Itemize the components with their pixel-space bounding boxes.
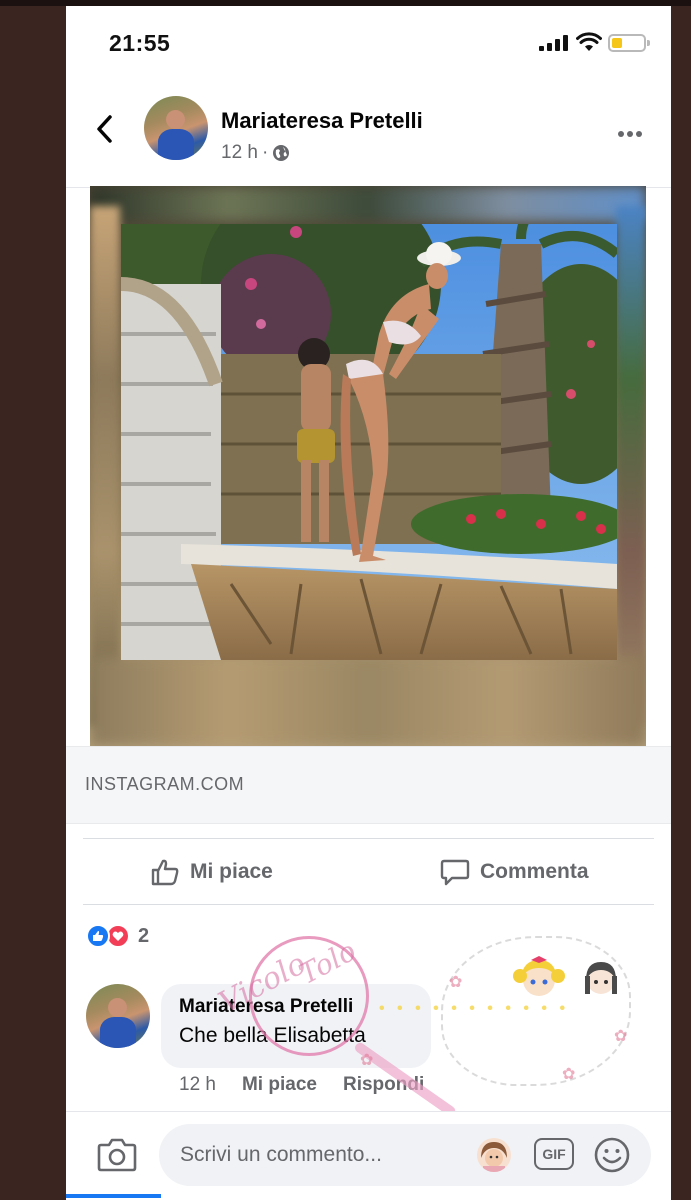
comment-text: Che bella Elisabetta xyxy=(179,1024,366,1047)
like-reaction-icon xyxy=(86,924,110,948)
author-name[interactable]: Mariateresa Pretelli xyxy=(221,108,423,134)
thumbs-up-icon xyxy=(151,859,179,886)
phone-screen: 21:55 Mariateresa Pretelli 12 h · INSTAG… xyxy=(66,6,671,1200)
comment-input[interactable]: Scrivi un commento... GIF xyxy=(159,1124,651,1186)
reactions-summary[interactable]: 2 xyxy=(86,924,149,948)
wifi-icon xyxy=(576,32,602,51)
chevron-left-icon[interactable] xyxy=(90,112,120,146)
comment-like-link[interactable]: Mi piace xyxy=(242,1074,317,1096)
emoji-icon[interactable] xyxy=(593,1136,631,1174)
comment-input-placeholder[interactable]: Scrivi un commento... xyxy=(180,1143,382,1167)
commenter-name[interactable]: Mariateresa Pretelli xyxy=(179,996,413,1018)
watermark-border xyxy=(441,936,631,1086)
gif-button[interactable]: GIF xyxy=(534,1138,574,1170)
link-source[interactable]: INSTAGRAM.COM xyxy=(66,746,671,824)
battery-icon xyxy=(608,34,650,52)
comment-icon xyxy=(440,859,470,886)
comment-label: Commenta xyxy=(480,860,589,883)
paw-icon: ✿ xyxy=(562,1066,576,1083)
author-avatar[interactable] xyxy=(144,96,208,160)
watermark-cartoon-icon xyxy=(513,956,565,996)
comment-reply-link[interactable]: Rispondi xyxy=(343,1074,424,1096)
like-button[interactable]: Mi piace xyxy=(150,854,273,890)
post-header: Mariateresa Pretelli 12 h · xyxy=(66,78,671,188)
comment-time: 12 h xyxy=(179,1074,216,1095)
comment-composer: Scrivi un commento... GIF xyxy=(66,1111,671,1200)
watermark-cartoon-icon xyxy=(585,962,617,994)
paw-icon: ✿ xyxy=(449,974,463,991)
divider xyxy=(83,838,654,839)
signal-icon xyxy=(539,35,569,51)
post-time: 12 h xyxy=(221,142,258,163)
watermark-script: Tolo xyxy=(293,934,362,991)
reaction-count: 2 xyxy=(138,924,150,947)
comment-button[interactable]: Commenta xyxy=(440,854,589,890)
camera-icon[interactable] xyxy=(97,1136,137,1174)
commenter-avatar[interactable] xyxy=(86,984,150,1048)
paw-icon: ✿ xyxy=(360,1052,374,1069)
active-tab-indicator xyxy=(66,1194,161,1198)
paw-icon: ✿ xyxy=(614,1028,628,1045)
globe-icon xyxy=(273,145,290,161)
post-image-frame[interactable] xyxy=(90,186,646,746)
divider xyxy=(83,904,654,905)
avatar-sticker-icon[interactable] xyxy=(477,1138,511,1172)
post-meta: 12 h · xyxy=(221,142,290,164)
like-label: Mi piace xyxy=(190,860,273,883)
status-time: 21:55 xyxy=(109,30,171,56)
status-bar: 21:55 xyxy=(66,6,671,78)
meta-separator: · xyxy=(261,142,269,163)
ellipsis-icon[interactable] xyxy=(618,124,645,142)
comment-bubble[interactable]: Mariateresa Pretelli Che bella Elisabett… xyxy=(161,984,431,1068)
post-photo[interactable] xyxy=(121,224,617,660)
comment-meta: 12 h Mi piace Rispondi xyxy=(179,1074,424,1096)
link-domain[interactable]: INSTAGRAM.COM xyxy=(85,774,244,795)
